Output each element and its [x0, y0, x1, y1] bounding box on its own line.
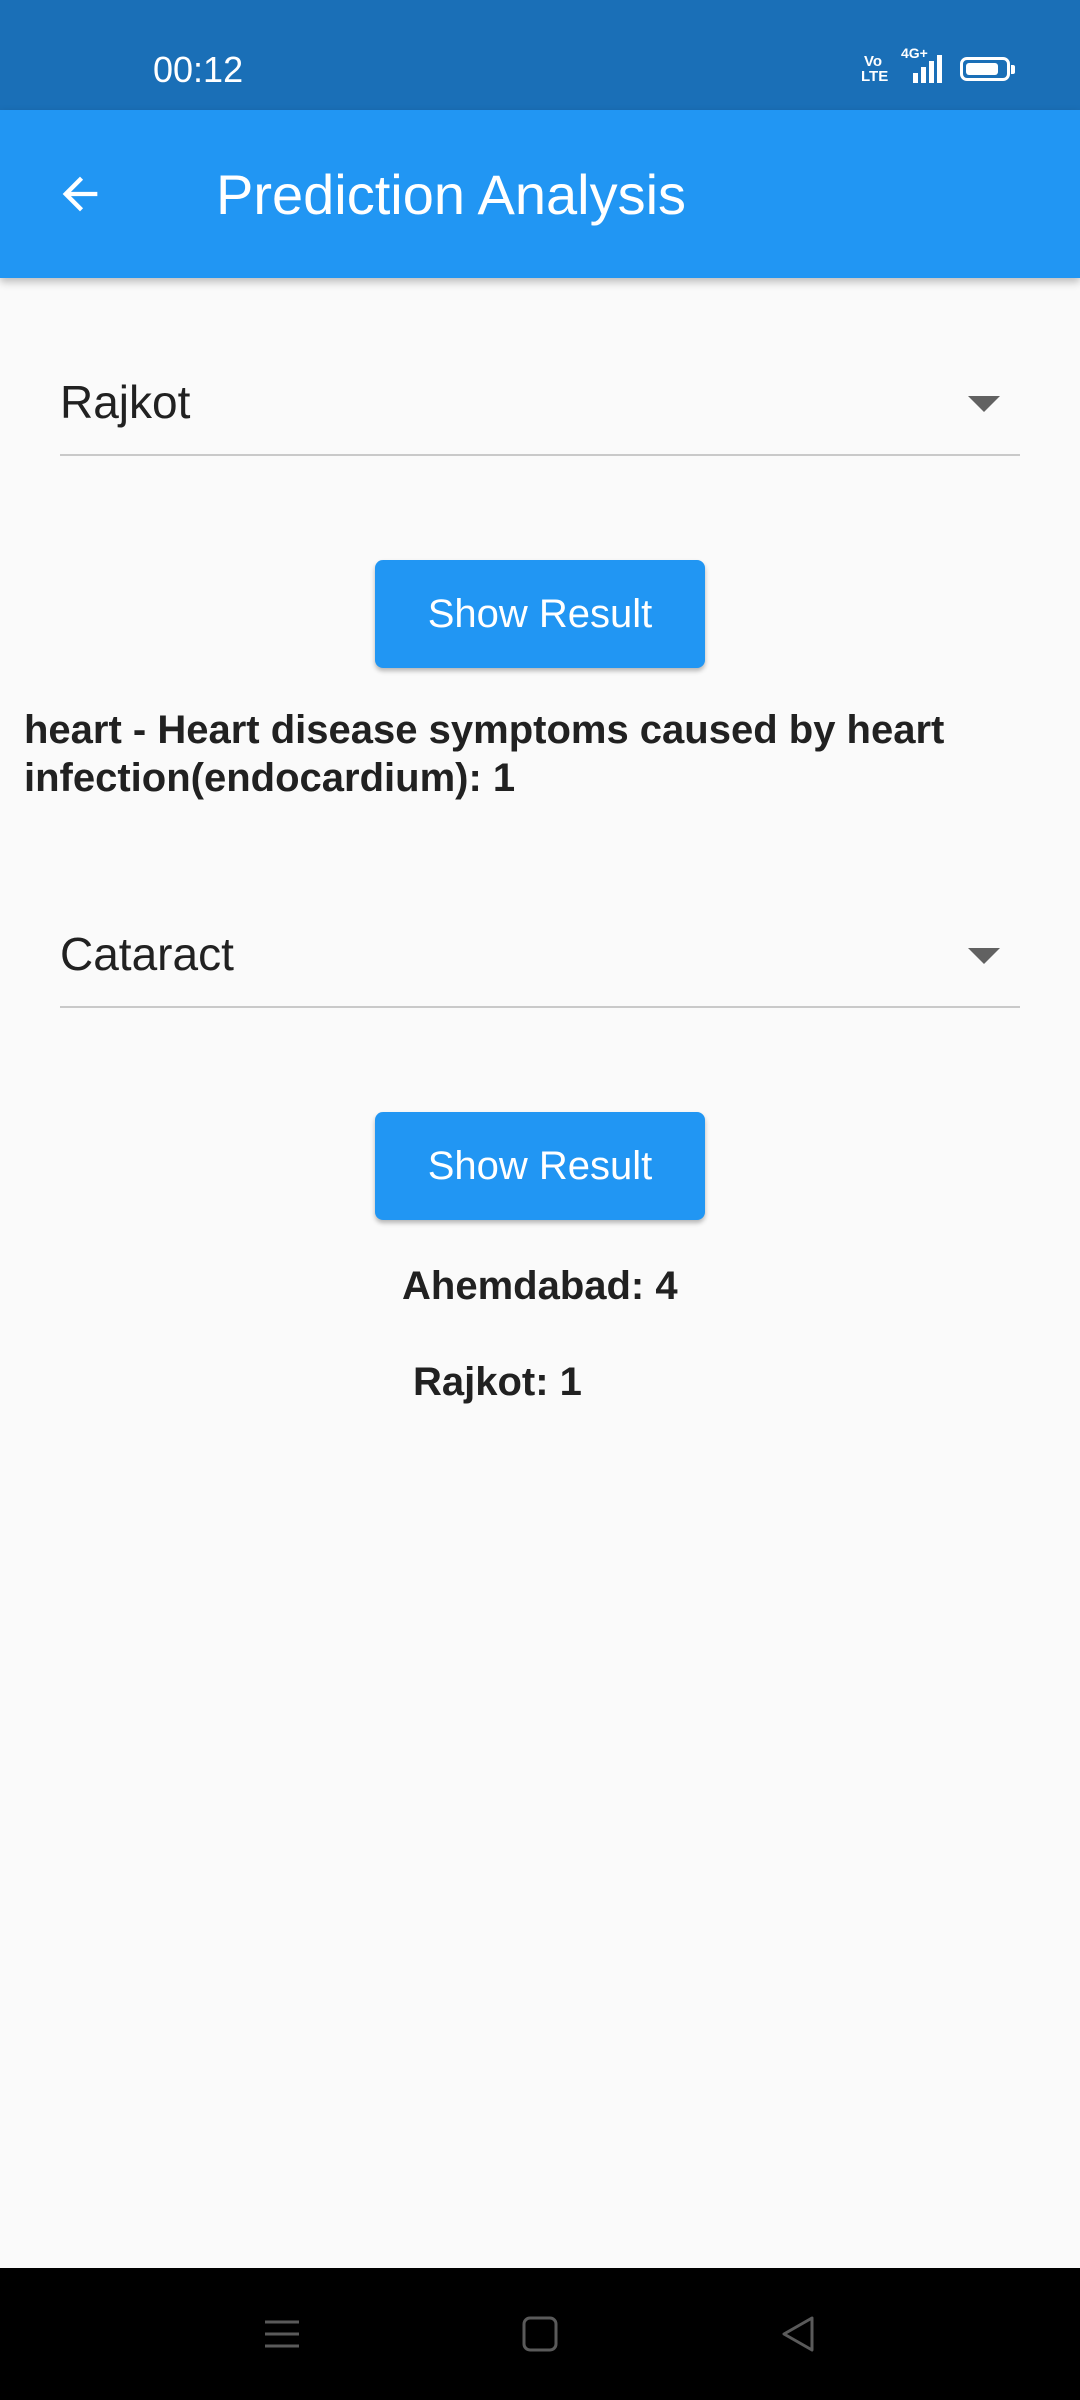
page-title: Prediction Analysis: [216, 163, 687, 226]
show-result-disease-button[interactable]: Show Result: [375, 1112, 705, 1220]
disease-result-item: Rajkot: 1: [413, 1360, 582, 1404]
disease-dropdown[interactable]: Cataract: [60, 914, 1020, 1008]
status-time: 00:12: [153, 49, 244, 90]
nav-back-button[interactable]: [768, 2304, 828, 2364]
battery-level: [966, 63, 998, 75]
disease-result-item: Ahemdabad: 4: [402, 1264, 678, 1308]
dropdown-arrow-icon: [968, 948, 1000, 964]
disease-dropdown-value: Cataract: [60, 928, 234, 980]
home-icon: [522, 2316, 558, 2352]
nav-home-button[interactable]: [510, 2304, 570, 2364]
back-triangle-icon: [782, 2316, 814, 2352]
menu-icon: [265, 2320, 299, 2348]
arrow-back-icon: [62, 176, 98, 212]
signal-icon: 4G+: [901, 45, 942, 83]
city-result-text: heart - Heart disease symptoms caused by…: [24, 708, 945, 800]
status-bar: 00:12 Vo LTE 4G+: [0, 0, 1080, 110]
battery-icon: [960, 57, 1015, 81]
status-icons: Vo LTE 4G+: [861, 45, 1015, 85]
network-type-label: 4G+: [901, 45, 928, 61]
city-dropdown[interactable]: Rajkot: [60, 362, 1020, 456]
volte-icon: Vo LTE: [861, 53, 889, 85]
system-navigation-bar: [0, 2268, 1080, 2400]
nav-menu-button[interactable]: [252, 2304, 312, 2364]
app-bar: Prediction Analysis: [0, 110, 1080, 278]
city-dropdown-value: Rajkot: [60, 376, 191, 428]
dropdown-arrow-icon: [968, 396, 1000, 412]
show-result-city-button[interactable]: Show Result: [375, 560, 705, 668]
back-button[interactable]: [40, 154, 120, 234]
